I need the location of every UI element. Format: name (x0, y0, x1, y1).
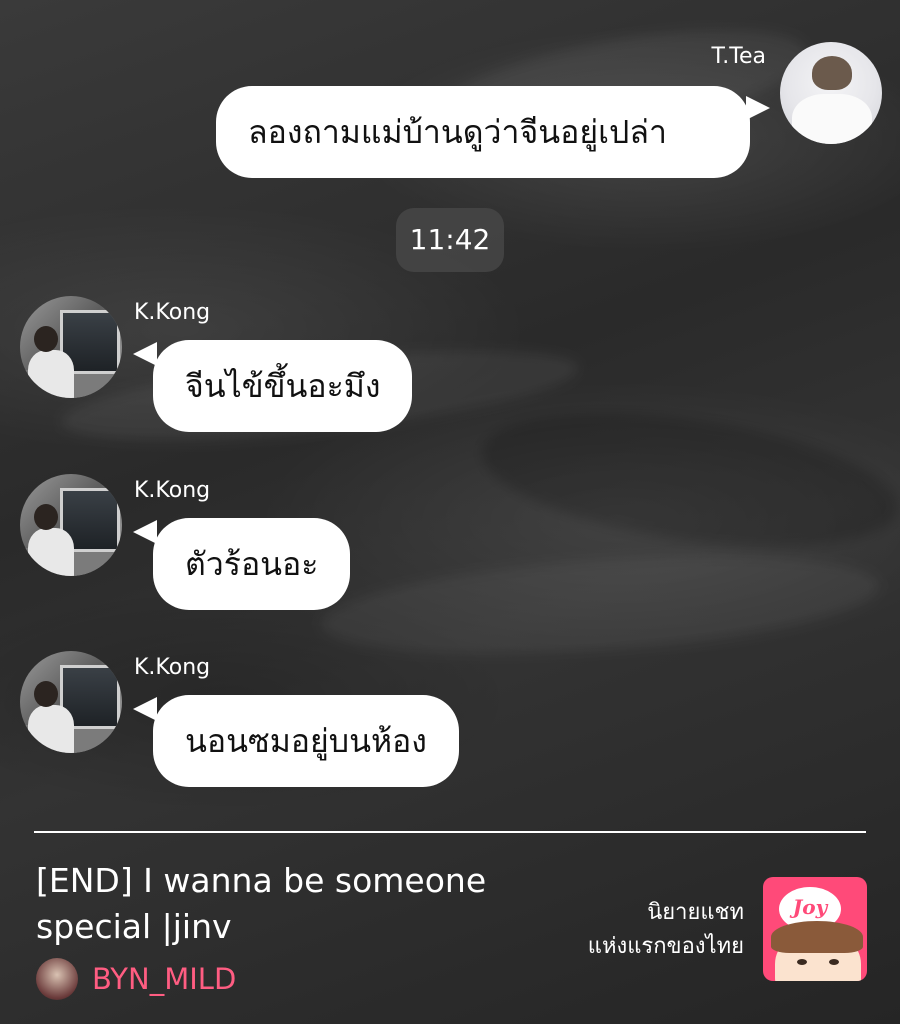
avatar-kkong[interactable] (20, 474, 122, 576)
message-bubble-4[interactable]: นอนซมอยู่บนห้อง (153, 695, 459, 787)
bubble-tail (133, 342, 157, 366)
joy-app-logo[interactable]: Joy (763, 877, 867, 981)
avatar-kkong[interactable] (20, 296, 122, 398)
message-bubble-2[interactable]: จีนไข้ขึ้นอะมึง (153, 340, 413, 432)
sender-name-kkong: K.Kong (134, 300, 211, 325)
bubble-tail (746, 96, 770, 120)
sender-name-ttea: T.Tea (711, 44, 766, 69)
avatar-ttea[interactable] (780, 42, 882, 144)
author-name[interactable]: BYN_MILD (92, 960, 236, 998)
app-tagline: นิยายแชท แห่งแรกของไทย (588, 896, 744, 964)
bubble-tail (133, 697, 157, 721)
sender-name-kkong: K.Kong (134, 655, 211, 680)
avatar-kkong[interactable] (20, 651, 122, 753)
footer-divider (34, 831, 866, 833)
author-avatar[interactable] (36, 958, 78, 1000)
joy-logo-text: Joy (792, 895, 828, 919)
timestamp: 11:42 (396, 208, 504, 272)
bubble-tail (133, 520, 157, 544)
message-bubble-3[interactable]: ตัวร้อนอะ (153, 518, 351, 610)
tagline-line-2: แห่งแรกของไทย (587, 934, 744, 959)
sender-name-kkong: K.Kong (134, 478, 211, 503)
tagline-line-1: นิยายแชท (647, 900, 744, 925)
story-title[interactable]: [END] I wanna be someone special |jinv (36, 858, 556, 950)
message-bubble-1[interactable]: ลองถามแม่บ้านดูว่าจีนอยู่เปล่า (216, 86, 750, 178)
